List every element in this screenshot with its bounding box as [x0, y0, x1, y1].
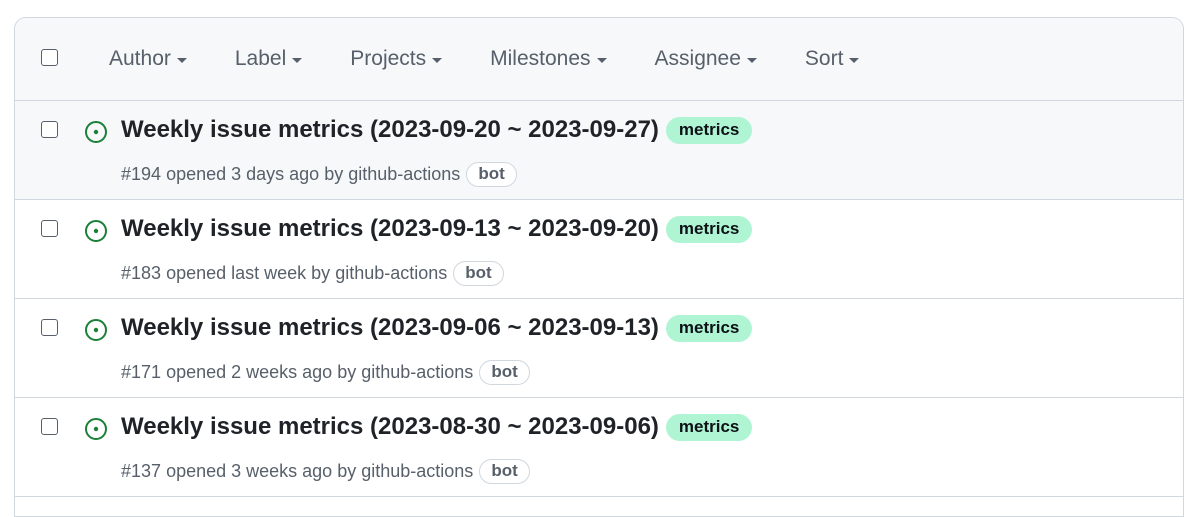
issue-row[interactable]: Weekly issue metrics (2023-09-13 ~ 2023-…	[15, 200, 1183, 299]
issue-opened-text: opened 3 weeks ago by	[166, 461, 357, 481]
issue-select-checkbox[interactable]	[41, 121, 58, 138]
filter-bar: Author Label Projects Milestones Assigne…	[109, 47, 907, 71]
filter-milestones-dropdown[interactable]: Milestones	[490, 47, 607, 71]
issue-meta: #194 opened 3 days ago by github-actions…	[121, 162, 517, 187]
issue-opened-icon	[85, 319, 107, 341]
label-badge-metrics[interactable]: metrics	[665, 314, 753, 342]
issue-title-link[interactable]: Weekly issue metrics (2023-09-13 ~ 2023-…	[121, 215, 659, 243]
issue-number: #183	[121, 263, 162, 283]
issue-row[interactable]: Weekly issue metrics (2023-08-30 ~ 2023-…	[15, 398, 1183, 497]
issue-meta: #137 opened 3 weeks ago by github-action…	[121, 459, 530, 484]
caret-down-icon	[596, 58, 607, 63]
label-badge-metrics[interactable]: metrics	[665, 116, 753, 144]
filter-milestones-label: Milestones	[490, 47, 591, 70]
sort-label: Sort	[804, 47, 844, 70]
issues-list: Author Label Projects Milestones Assigne…	[14, 17, 1184, 517]
issue-select-checkbox[interactable]	[41, 319, 58, 336]
issue-meta: #171 opened 2 weeks ago by github-action…	[121, 360, 530, 385]
filter-assignee-dropdown[interactable]: Assignee	[655, 47, 757, 71]
filter-label-dropdown[interactable]: Label	[234, 47, 303, 71]
issue-title-line: Weekly issue metrics (2023-08-30 ~ 2023-…	[121, 413, 753, 441]
issue-author-link[interactable]: github-actions	[361, 362, 473, 383]
sort-dropdown[interactable]: Sort	[805, 47, 860, 71]
issue-title-line: Weekly issue metrics (2023-09-06 ~ 2023-…	[121, 314, 753, 342]
issue-opened-icon	[85, 418, 107, 440]
label-badge-metrics[interactable]: metrics	[665, 215, 753, 243]
issue-title-line: Weekly issue metrics (2023-09-13 ~ 2023-…	[121, 215, 753, 243]
caret-down-icon	[432, 58, 443, 63]
issue-opened-text: opened 2 weeks ago by	[166, 362, 357, 382]
issue-select-checkbox[interactable]	[41, 220, 58, 237]
issue-number: #194	[121, 164, 162, 184]
bot-badge: bot	[466, 162, 517, 187]
caret-down-icon	[849, 58, 860, 63]
issue-opened-icon	[85, 121, 107, 143]
issue-number: #137	[121, 461, 162, 481]
filter-assignee-label: Assignee	[654, 47, 741, 70]
issue-opened-icon	[85, 220, 107, 242]
filter-label-label: Label	[234, 47, 287, 70]
caret-down-icon	[746, 58, 757, 63]
issue-title-line: Weekly issue metrics (2023-09-20 ~ 2023-…	[121, 116, 753, 144]
issue-row[interactable]: Weekly issue metrics (2023-09-20 ~ 2023-…	[15, 101, 1183, 200]
caret-down-icon	[292, 58, 303, 63]
select-all-checkbox[interactable]	[41, 48, 58, 66]
filter-author-dropdown[interactable]: Author	[109, 47, 187, 71]
issue-author-link[interactable]: github-actions	[361, 461, 473, 482]
issue-title-link[interactable]: Weekly issue metrics (2023-09-20 ~ 2023-…	[121, 116, 659, 144]
issue-title-link[interactable]: Weekly issue metrics (2023-09-06 ~ 2023-…	[121, 314, 659, 342]
issue-meta: #183 opened last week by github-actions …	[121, 261, 504, 286]
issue-opened-text: opened last week by	[166, 263, 331, 283]
bot-badge: bot	[479, 459, 530, 484]
filter-author-label: Author	[109, 47, 171, 70]
issue-title-link[interactable]: Weekly issue metrics (2023-08-30 ~ 2023-…	[121, 413, 659, 441]
issue-number: #171	[121, 362, 162, 382]
bot-badge: bot	[453, 261, 504, 286]
issues-list-header: Author Label Projects Milestones Assigne…	[15, 18, 1183, 101]
issue-opened-text: opened 3 days ago by	[166, 164, 344, 184]
issue-row[interactable]: Weekly issue metrics (2023-09-06 ~ 2023-…	[15, 299, 1183, 398]
caret-down-icon	[176, 58, 187, 63]
issue-author-link[interactable]: github-actions	[348, 164, 460, 185]
filter-projects-dropdown[interactable]: Projects	[350, 47, 443, 71]
issue-author-link[interactable]: github-actions	[335, 263, 447, 284]
issue-select-checkbox[interactable]	[41, 418, 58, 435]
label-badge-metrics[interactable]: metrics	[665, 413, 753, 441]
filter-projects-label: Projects	[350, 47, 427, 70]
bot-badge: bot	[479, 360, 530, 385]
